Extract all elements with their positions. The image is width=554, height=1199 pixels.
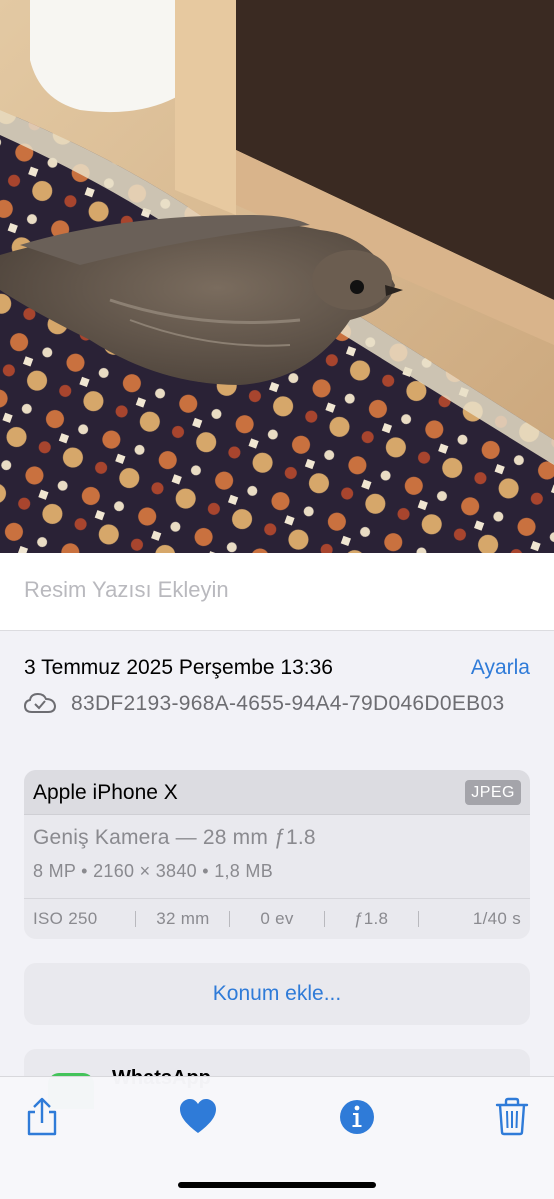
lens-info: Geniş Kamera — 28 mm ƒ1.8 <box>33 826 316 849</box>
add-location-button[interactable]: Konum ekle... <box>24 963 530 1025</box>
caption-input[interactable] <box>24 577 530 603</box>
heart-icon[interactable] <box>178 1097 218 1137</box>
device-card: Apple iPhone X JPEG Geniş Kamera — 28 mm… <box>24 770 530 939</box>
device-header: Apple iPhone X JPEG <box>24 770 530 815</box>
info-icon[interactable] <box>337 1097 377 1137</box>
bottom-toolbar <box>0 1076 554 1199</box>
caption-area <box>0 553 554 631</box>
photo-datetime: 3 Temmuz 2025 Perşembe 13:36 <box>24 656 333 679</box>
adjust-datetime-button[interactable]: Ayarla <box>471 656 530 680</box>
exif-focal-length: 32 mm <box>156 909 210 928</box>
info-sheet: 3 Temmuz 2025 Perşembe 13:36 Ayarla 83DF… <box>0 631 554 1109</box>
exif-exposure-value: 0 ev <box>260 909 294 928</box>
exif-iso: ISO 250 <box>33 909 98 928</box>
file-name: 83DF2193-968A-4655-94A4-79D046D0EB03 <box>71 692 505 715</box>
photo-image <box>0 0 554 553</box>
cloud-check-icon <box>24 692 56 713</box>
trash-icon[interactable] <box>492 1097 532 1137</box>
home-indicator[interactable] <box>178 1182 376 1188</box>
format-badge: JPEG <box>465 780 521 805</box>
exif-shutter: 1/40 s <box>472 909 522 928</box>
exif-aperture: ƒ1.8 <box>353 909 389 928</box>
share-icon[interactable] <box>22 1097 62 1137</box>
date-row: 3 Temmuz 2025 Perşembe 13:36 Ayarla <box>24 656 530 686</box>
photo-view[interactable] <box>0 0 554 553</box>
device-name: Apple iPhone X <box>33 781 178 804</box>
exif-row: ISO 250 32 mm 0 ev ƒ1.8 1/40 s <box>24 898 530 939</box>
image-specs: 8 MP • 2160 × 3840 • 1,8 MB <box>33 861 274 881</box>
